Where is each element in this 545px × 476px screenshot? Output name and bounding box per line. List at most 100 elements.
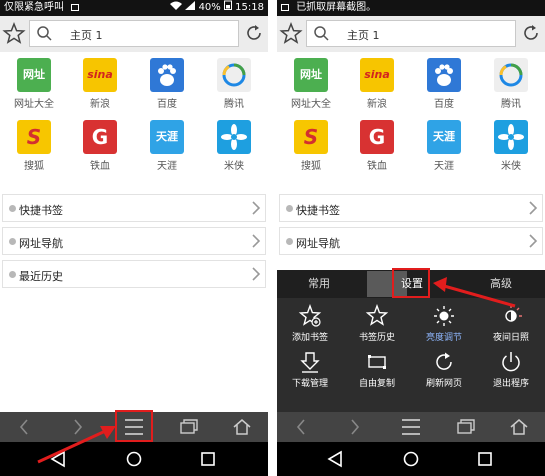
- tile-label: 搜狐: [301, 161, 321, 172]
- tianya-logo-icon: 天涯: [427, 120, 461, 154]
- wangzhi-logo-icon: 网址: [17, 58, 51, 92]
- menu-item-label: 亮度调节: [425, 333, 462, 343]
- tile-label: 搜狐: [24, 161, 44, 172]
- battery-icon: [223, 0, 235, 13]
- status-notification-text: 已抓取屏幕截图。: [296, 2, 377, 13]
- power-icon: [502, 352, 520, 372]
- list-item-history[interactable]: 最近历史: [2, 260, 266, 288]
- screenshot-icon: [281, 4, 289, 11]
- menu-night-mode[interactable]: 夜间日照: [478, 302, 544, 346]
- bookmark-star-button[interactable]: [278, 20, 304, 48]
- search-icon: [37, 26, 52, 41]
- refresh-icon: [247, 25, 261, 40]
- brightness-icon: [434, 306, 454, 326]
- menu-item-label: 添加书签: [291, 333, 328, 343]
- baidu-paw-icon: [427, 58, 461, 92]
- menu-download-manager[interactable]: 下载管理: [277, 348, 343, 392]
- list-item-navigation[interactable]: 网址导航: [2, 227, 266, 255]
- menu-item-label: 下载管理: [291, 379, 328, 389]
- chevron-right-icon: [351, 419, 360, 435]
- menu-bookmark-history[interactable]: 书签历史: [344, 302, 410, 346]
- tile-tencent[interactable]: 腾讯: [481, 58, 541, 110]
- star-icon: [279, 21, 303, 44]
- right-phone-screen: 已抓取屏幕截图。 主页 1 网址 网址大全 sina 新浪 百度 腾讯 S 搜狐…: [277, 0, 545, 476]
- wifi-icon: [170, 1, 185, 13]
- chevron-right-icon: [529, 234, 538, 248]
- tile-wangzhi[interactable]: 网址 网址大全: [4, 58, 64, 110]
- list-item-bookmarks[interactable]: 快捷书签: [2, 194, 266, 222]
- tile-sina[interactable]: sina 新浪: [347, 58, 407, 110]
- bullet-dot: [286, 205, 293, 212]
- tianya-logo-icon: 天涯: [150, 120, 184, 154]
- tile-sohu[interactable]: S 搜狐: [281, 120, 341, 172]
- menu-refresh-page[interactable]: 刷新网页: [411, 348, 477, 392]
- browser-toolbar: [277, 412, 545, 442]
- nav-home-button[interactable]: [401, 450, 421, 468]
- nav-recents-button[interactable]: [198, 450, 218, 468]
- nav-back-button[interactable]: [48, 450, 68, 468]
- list-item-bookmarks[interactable]: 快捷书签: [279, 194, 543, 222]
- chevron-right-icon: [252, 234, 261, 248]
- sohu-logo-icon: S: [17, 120, 51, 154]
- left-phone-screen: 仅限紧急呼叫 40% 15:18 主页 1 网址 网址大全 sina 新浪 百度…: [0, 0, 268, 476]
- url-search-input[interactable]: 主页 1: [29, 20, 239, 47]
- tile-tiexue[interactable]: G 铁血: [70, 120, 130, 172]
- bookmark-star-button[interactable]: [1, 20, 27, 48]
- refresh-button[interactable]: [520, 22, 542, 44]
- wangzhi-logo-icon: 网址: [294, 58, 328, 92]
- nav-recents-button[interactable]: [475, 450, 495, 468]
- star-icon: [365, 304, 389, 326]
- highlight-settings-box: [392, 268, 430, 298]
- tabs-button[interactable]: [445, 412, 485, 442]
- tile-label: 米侠: [501, 161, 521, 172]
- home-button[interactable]: [499, 412, 539, 442]
- menu-exit-app[interactable]: 退出程序: [478, 348, 544, 392]
- triangle-back-icon: [327, 450, 342, 468]
- chevron-left-icon: [19, 419, 28, 435]
- back-button[interactable]: [4, 412, 44, 442]
- tile-sohu[interactable]: S 搜狐: [4, 120, 64, 172]
- tab-advanced[interactable]: 高级: [473, 270, 529, 298]
- tabs-button[interactable]: [168, 412, 208, 442]
- menu-item-label: 自由复制: [358, 379, 395, 389]
- menu-free-copy[interactable]: 自由复制: [344, 348, 410, 392]
- menu-item-label: 书签历史: [358, 333, 395, 343]
- tab-common[interactable]: 常用: [291, 270, 347, 298]
- menu-add-bookmark[interactable]: 添加书签: [277, 302, 343, 346]
- home-icon: [233, 419, 251, 435]
- list-item-navigation[interactable]: 网址导航: [279, 227, 543, 255]
- tile-tencent[interactable]: 腾讯: [204, 58, 264, 110]
- tile-tiexue[interactable]: G 铁血: [347, 120, 407, 172]
- tile-tianya[interactable]: 天涯 天涯: [137, 120, 197, 172]
- nav-back-button[interactable]: [325, 450, 345, 468]
- tile-mixia[interactable]: 米侠: [204, 120, 264, 172]
- back-button[interactable]: [281, 412, 321, 442]
- menu-button[interactable]: [391, 412, 431, 442]
- forward-button[interactable]: [58, 412, 98, 442]
- refresh-icon: [524, 25, 538, 40]
- tile-baidu[interactable]: 百度: [137, 58, 197, 110]
- triangle-back-icon: [50, 450, 65, 468]
- menu-brightness[interactable]: 亮度调节: [411, 302, 477, 346]
- status-bar: 已抓取屏幕截图。: [277, 0, 545, 16]
- home-button[interactable]: [222, 412, 262, 442]
- download-icon: [300, 352, 320, 373]
- tile-wangzhi[interactable]: 网址 网址大全: [281, 58, 341, 110]
- mixia-flower-icon: [217, 120, 251, 154]
- url-search-input[interactable]: 主页 1: [306, 20, 516, 47]
- tile-mixia[interactable]: 米侠: [481, 120, 541, 172]
- bullet-dot: [9, 238, 16, 245]
- forward-button[interactable]: [335, 412, 375, 442]
- mixia-flower-icon: [494, 120, 528, 154]
- list-item-label: 网址导航: [296, 237, 340, 250]
- tile-sina[interactable]: sina 新浪: [70, 58, 130, 110]
- sina-logo-icon: sina: [360, 58, 394, 92]
- star-plus-icon: [298, 304, 322, 327]
- refresh-button[interactable]: [243, 22, 265, 44]
- tile-tianya[interactable]: 天涯 天涯: [414, 120, 474, 172]
- android-navbar: [277, 442, 545, 476]
- tile-label: 新浪: [90, 99, 110, 110]
- star-icon: [2, 21, 26, 44]
- tile-baidu[interactable]: 百度: [414, 58, 474, 110]
- nav-home-button[interactable]: [124, 450, 144, 468]
